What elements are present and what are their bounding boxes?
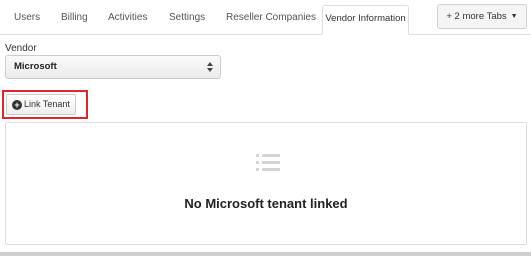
tab-billing[interactable]: Billing <box>61 12 88 23</box>
tab-bar-divider <box>0 34 531 35</box>
tab-vendor-information-label: Vendor Information <box>325 13 406 24</box>
plus-circle-icon: + <box>12 100 22 110</box>
more-tabs-label: + 2 more Tabs <box>446 11 507 22</box>
vendor-select-value: Microsoft <box>14 61 57 72</box>
link-tenant-label: Link Tenant <box>24 99 70 109</box>
tab-activities[interactable]: Activities <box>108 12 147 23</box>
select-arrows-icon <box>207 62 213 72</box>
tab-reseller-companies[interactable]: Reseller Companies <box>226 12 316 23</box>
more-tabs-button[interactable]: + 2 more Tabs ▼ <box>437 4 527 29</box>
vendor-label: Vendor <box>5 43 37 54</box>
bottom-edge <box>0 252 531 256</box>
list-icon <box>256 154 280 171</box>
empty-state-panel: No Microsoft tenant linked <box>5 122 527 245</box>
tab-settings[interactable]: Settings <box>169 12 205 23</box>
vendor-select[interactable]: Microsoft <box>5 55 221 79</box>
tab-users[interactable]: Users <box>14 12 40 23</box>
tab-bar: Users Billing Activities Settings Resell… <box>0 0 531 35</box>
link-tenant-button[interactable]: + Link Tenant <box>6 94 76 115</box>
empty-state-message: No Microsoft tenant linked <box>184 196 348 211</box>
tab-vendor-information[interactable]: Vendor Information <box>322 5 409 35</box>
caret-down-icon: ▼ <box>510 13 518 20</box>
